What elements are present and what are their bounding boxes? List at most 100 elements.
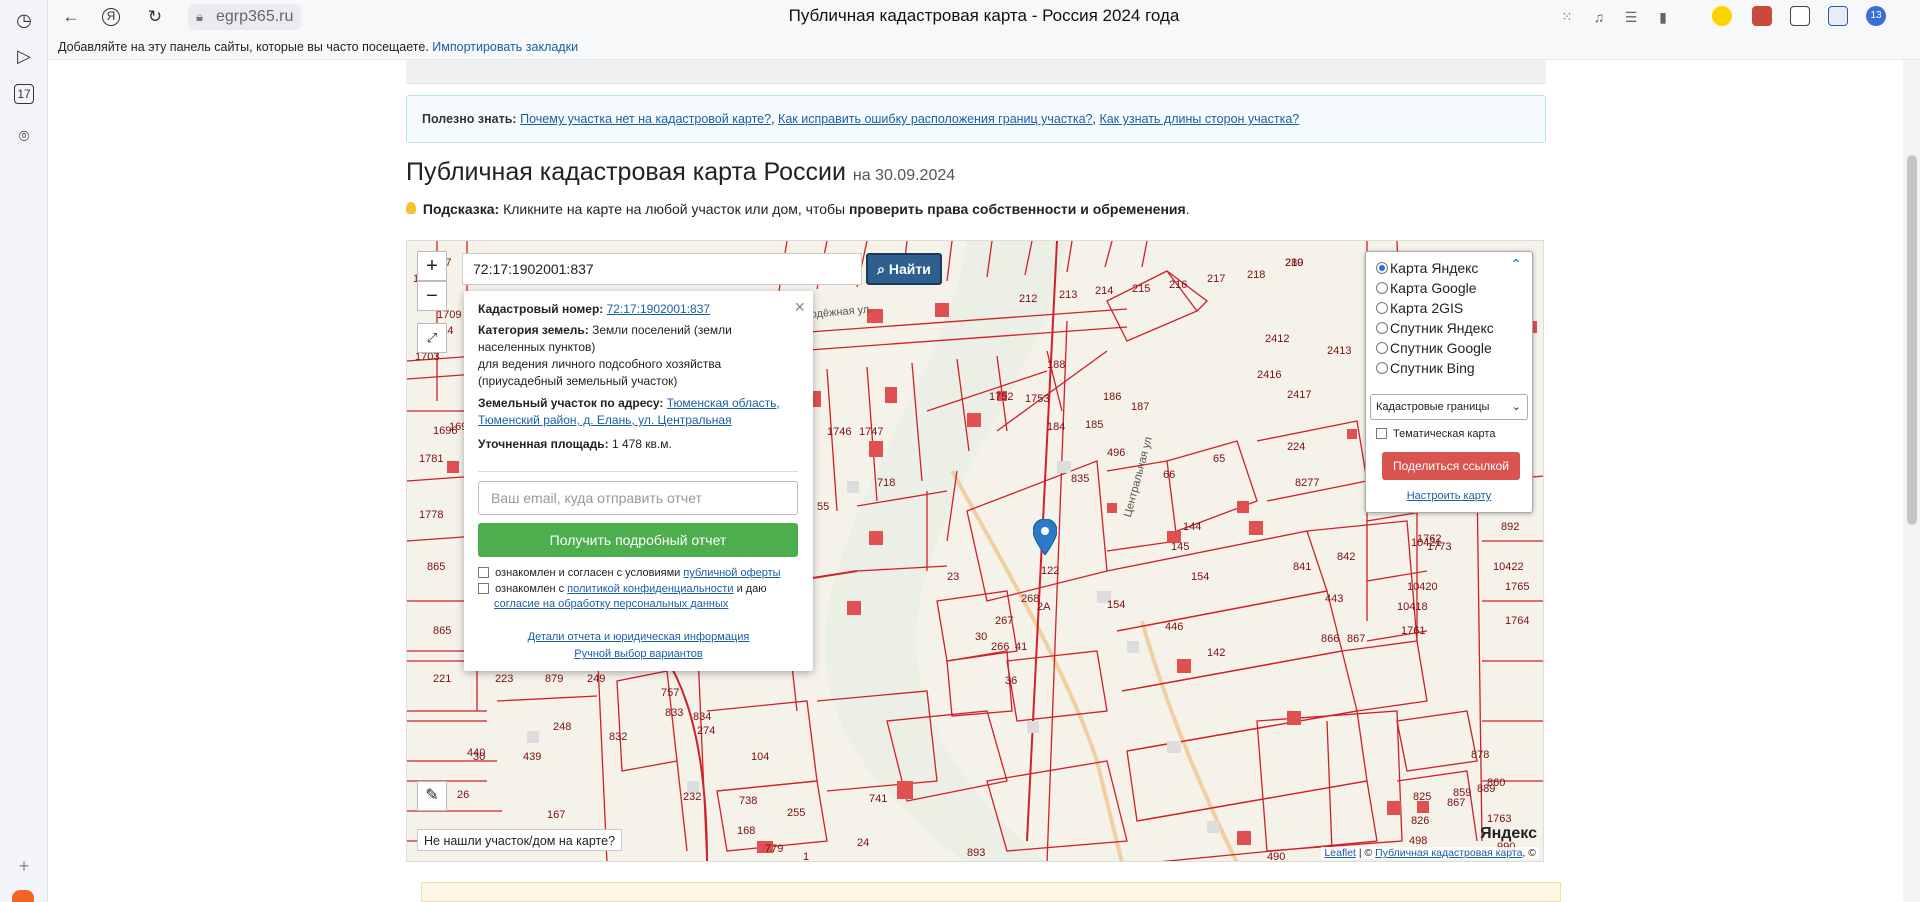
layer-option[interactable]: Карта Яндекс: [1376, 258, 1478, 278]
parcel-number[interactable]: 55: [817, 501, 829, 513]
faq-link-missing[interactable]: Почему участка нет на кадастровой карте?: [520, 112, 771, 126]
parcel-number[interactable]: 1765: [1505, 581, 1529, 593]
parcel-number[interactable]: 154: [1191, 571, 1209, 583]
parcel-number[interactable]: 490: [1267, 851, 1285, 861]
radio-icon[interactable]: [1376, 342, 1388, 354]
parcel-number[interactable]: 1773: [1427, 541, 1451, 553]
fullscreen-icon[interactable]: ⤢: [417, 323, 447, 353]
parcel-number[interactable]: 24: [857, 837, 869, 849]
collapse-icon[interactable]: ⌃: [1510, 256, 1522, 273]
parcel-number[interactable]: 66: [1163, 469, 1175, 481]
parcel-number[interactable]: 213: [1059, 289, 1077, 301]
radio-icon[interactable]: [1376, 262, 1388, 274]
parcel-number[interactable]: 892: [1501, 521, 1519, 533]
parcel-number[interactable]: 879: [545, 673, 563, 685]
parcel-number[interactable]: 865: [433, 625, 451, 637]
parcel-number[interactable]: 1752: [989, 391, 1013, 403]
parcel-number[interactable]: 1764: [1505, 615, 1529, 627]
parcel-number[interactable]: 41: [1015, 641, 1027, 653]
parcel-number[interactable]: 249: [587, 673, 605, 685]
parcel-number[interactable]: 216: [1169, 279, 1187, 291]
zoom-out-button[interactable]: −: [417, 281, 447, 311]
leaflet-link[interactable]: Leaflet: [1324, 847, 1356, 859]
parcel-number[interactable]: 889: [1477, 783, 1495, 795]
parcel-number[interactable]: 223: [495, 673, 513, 685]
parcel-number[interactable]: 266: [991, 641, 1009, 653]
thematic-map-toggle[interactable]: Тематическая карта: [1376, 428, 1495, 440]
video-icon[interactable]: ▷: [12, 44, 36, 68]
scrollbar[interactable]: [1903, 60, 1920, 902]
parcel-number[interactable]: 142: [1207, 647, 1225, 659]
radio-icon[interactable]: [1376, 362, 1388, 374]
layer-option[interactable]: Карта 2GIS: [1376, 298, 1463, 318]
parcel-number[interactable]: 1763: [1487, 813, 1511, 825]
parcel-number[interactable]: 825: [1413, 791, 1431, 803]
parcel-number[interactable]: 144: [1183, 521, 1201, 533]
parcel-number[interactable]: 1753: [1025, 393, 1049, 405]
parcel-number[interactable]: 217: [1207, 273, 1225, 285]
parcel-number[interactable]: 168: [737, 825, 755, 837]
parcel-number[interactable]: 443: [1325, 593, 1343, 605]
parcel-number[interactable]: 267: [995, 615, 1013, 627]
parcel-number[interactable]: 439: [523, 751, 541, 763]
parcel-number[interactable]: 214: [1095, 285, 1113, 297]
parcel-number[interactable]: 835: [1071, 473, 1089, 485]
parcel-number[interactable]: 218: [1247, 269, 1265, 281]
parcel-number[interactable]: 274: [697, 725, 715, 737]
parcel-number[interactable]: 104: [751, 751, 769, 763]
camera-icon[interactable]: ⌾: [12, 124, 36, 148]
app-icon[interactable]: [12, 890, 34, 902]
consent-link[interactable]: согласие на обработку персональных данны…: [494, 598, 728, 610]
parcel-number[interactable]: 1781: [419, 453, 443, 465]
scrollbar-thumb[interactable]: [1907, 155, 1917, 525]
parcel-number[interactable]: 2412: [1265, 333, 1289, 345]
parcel-number[interactable]: 187: [1131, 401, 1149, 413]
faq-link-sides[interactable]: Как узнать длины сторон участка?: [1099, 112, 1299, 126]
share-link-button[interactable]: Поделиться ссылкой: [1382, 452, 1520, 480]
faq-link-error[interactable]: Как исправить ошибку расположения границ…: [778, 112, 1092, 126]
manual-selection-link[interactable]: Ручной выбор вариантов: [574, 648, 702, 660]
parcel-number[interactable]: 496: [1107, 447, 1125, 459]
offer-checkbox[interactable]: [478, 567, 489, 578]
layer-option[interactable]: Карта Google: [1376, 278, 1477, 298]
map-marker-icon[interactable]: [1033, 519, 1057, 555]
parcel-number[interactable]: 841: [1293, 561, 1311, 573]
cadastral-number-link[interactable]: 72:17:1902001:837: [607, 302, 710, 316]
parcel-number[interactable]: 1761: [1401, 625, 1425, 637]
extension-icon[interactable]: [1712, 6, 1732, 26]
parcel-number[interactable]: 248: [553, 721, 571, 733]
radio-icon[interactable]: [1376, 282, 1388, 294]
parcel-number[interactable]: 30: [975, 631, 987, 643]
parcel-number[interactable]: 834: [693, 711, 711, 723]
parcel-number[interactable]: 2413: [1327, 345, 1351, 357]
search-button[interactable]: ⌕ Найти: [866, 253, 942, 285]
parcel-number[interactable]: 718: [877, 477, 895, 489]
parcel-number[interactable]: 145: [1171, 541, 1189, 553]
parcel-number[interactable]: 65: [1213, 453, 1225, 465]
extension-icon[interactable]: [1790, 6, 1810, 26]
privacy-checkbox[interactable]: [478, 583, 489, 594]
extension-icon[interactable]: [1828, 6, 1848, 26]
radio-icon[interactable]: [1376, 302, 1388, 314]
parcel-number[interactable]: 2417: [1287, 389, 1311, 401]
layer-select[interactable]: Кадастровые границы ⌄: [1370, 394, 1528, 420]
parcel-number[interactable]: 826: [1411, 815, 1429, 827]
parcel-number[interactable]: 867: [1447, 797, 1465, 809]
parcel-number[interactable]: 23: [947, 571, 959, 583]
cadastral-map[interactable]: Молодёжная ул. Центральная ул 219 218 217 2…: [406, 240, 1544, 862]
parcel-number[interactable]: 280: [1285, 257, 1303, 269]
parcel-number[interactable]: 866: [1321, 633, 1339, 645]
parcel-number[interactable]: 446: [1165, 621, 1183, 633]
parcel-number[interactable]: 2A: [1037, 601, 1050, 613]
parcel-number[interactable]: 893: [967, 847, 985, 859]
add-icon[interactable]: +: [12, 854, 36, 878]
thematic-checkbox[interactable]: [1376, 428, 1387, 439]
cadastral-search-input[interactable]: 72:17:1902001:837: [462, 253, 862, 285]
parcel-number[interactable]: 221: [433, 673, 451, 685]
parcel-number[interactable]: 10422: [1493, 561, 1524, 573]
parcel-number[interactable]: 1778: [419, 509, 443, 521]
calendar-icon[interactable]: 17: [14, 84, 34, 104]
parcel-number[interactable]: 232: [683, 791, 701, 803]
ruler-icon[interactable]: ✎: [417, 781, 447, 811]
parcel-number[interactable]: 1747: [859, 426, 883, 438]
